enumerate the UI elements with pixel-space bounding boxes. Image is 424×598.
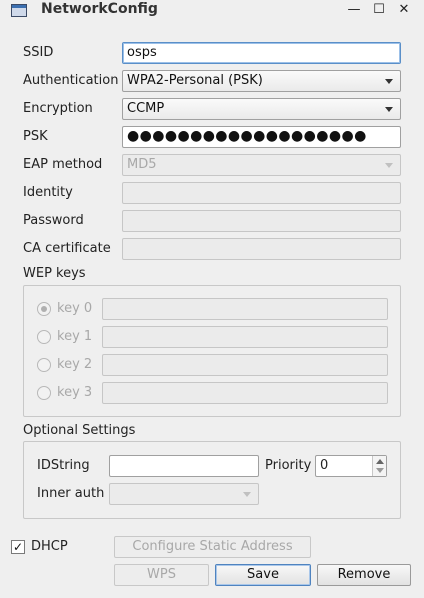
optional-settings-title: Optional Settings <box>23 423 136 438</box>
chevron-down-icon <box>385 79 393 84</box>
encryption-label: Encryption <box>23 101 93 116</box>
ca-certificate-input[interactable] <box>122 238 401 260</box>
idstring-input[interactable] <box>109 455 259 477</box>
psk-input[interactable]: ●●●●●●●●●●●●●●●●●●● <box>122 126 401 148</box>
identity-label: Identity <box>23 185 73 200</box>
priority-label: Priority <box>265 458 312 473</box>
key-3-input[interactable] <box>102 382 388 404</box>
spin-down-icon[interactable] <box>376 468 384 473</box>
priority-stepper[interactable] <box>372 456 386 476</box>
authentication-label: Authentication <box>23 73 119 88</box>
password-input[interactable] <box>122 210 401 232</box>
identity-input[interactable] <box>122 182 401 204</box>
key-0-input[interactable] <box>102 298 388 320</box>
minimize-icon[interactable]: — <box>345 1 363 19</box>
key-2-label: key 2 <box>57 357 93 372</box>
key-1-input[interactable] <box>102 326 388 348</box>
dhcp-checkbox[interactable]: ✓ <box>11 540 25 554</box>
encryption-value: CCMP <box>127 101 165 116</box>
psk-label: PSK <box>23 129 48 144</box>
key-0-label: key 0 <box>57 301 93 316</box>
key-2-radio[interactable] <box>37 358 51 372</box>
idstring-label: IDString <box>37 458 90 473</box>
configure-static-address-button[interactable]: Configure Static Address <box>114 536 311 558</box>
maximize-icon[interactable]: ☐ <box>370 1 388 19</box>
ssid-label: SSID <box>23 45 54 60</box>
spin-up-icon[interactable] <box>376 459 384 464</box>
inner-auth-label: Inner auth <box>37 486 105 501</box>
key-1-label: key 1 <box>57 329 93 344</box>
ssid-input[interactable]: osps <box>122 42 401 64</box>
wep-keys-title: WEP keys <box>23 266 86 281</box>
priority-spinbox[interactable]: 0 <box>315 455 387 477</box>
key-2-input[interactable] <box>102 354 388 376</box>
window-icon <box>11 4 27 17</box>
title-bar[interactable]: NetworkConfig — ☐ ✕ <box>0 0 424 22</box>
key-3-label: key 3 <box>57 385 93 400</box>
eap-method-label: EAP method <box>23 157 103 172</box>
save-button[interactable]: Save <box>215 564 311 586</box>
eap-method-select[interactable]: MD5 <box>122 154 401 176</box>
key-1-radio[interactable] <box>37 330 51 344</box>
password-label: Password <box>23 213 84 228</box>
ca-certificate-label: CA certificate <box>23 241 111 256</box>
close-icon[interactable]: ✕ <box>395 1 413 19</box>
chevron-down-icon <box>243 492 251 497</box>
inner-auth-select[interactable] <box>109 483 259 505</box>
encryption-select[interactable]: CCMP <box>122 98 401 120</box>
wps-button[interactable]: WPS <box>114 564 209 586</box>
optional-settings-group: IDString Priority 0 Inner auth <box>23 441 401 519</box>
window-title: NetworkConfig <box>41 1 158 17</box>
chevron-down-icon <box>385 163 393 168</box>
remove-button[interactable]: Remove <box>317 564 411 586</box>
key-0-radio[interactable] <box>37 302 51 316</box>
key-3-radio[interactable] <box>37 386 51 400</box>
wep-keys-group: key 0 key 1 key 2 key 3 <box>23 285 401 417</box>
priority-value: 0 <box>320 458 329 473</box>
dhcp-label: DHCP <box>31 539 68 554</box>
authentication-select[interactable]: WPA2-Personal (PSK) <box>122 70 401 92</box>
chevron-down-icon <box>385 107 393 112</box>
eap-method-value: MD5 <box>127 157 157 172</box>
authentication-value: WPA2-Personal (PSK) <box>127 73 263 88</box>
